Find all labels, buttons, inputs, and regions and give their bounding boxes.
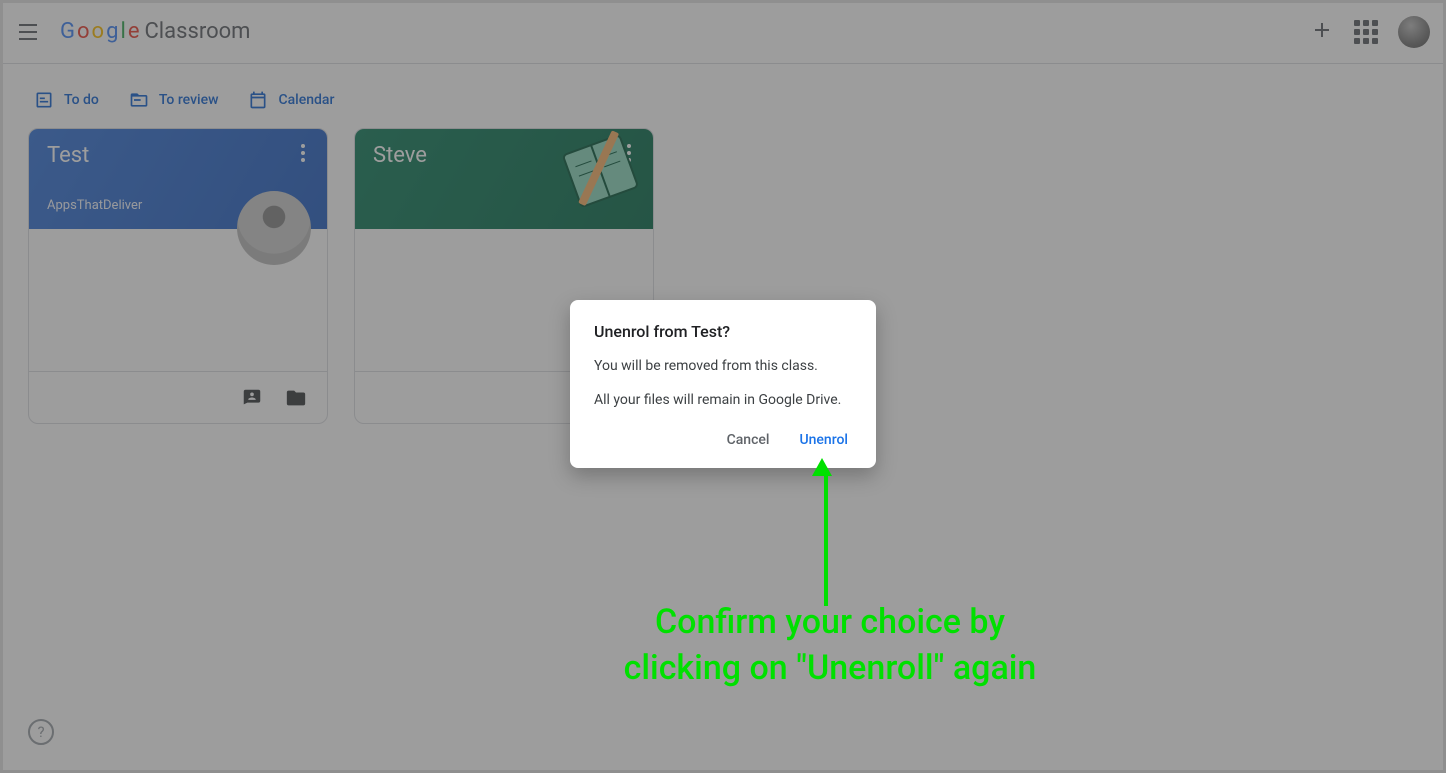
dialog-line-1: You will be removed from this class. (594, 357, 852, 377)
unenrol-button[interactable]: Unenrol (795, 426, 852, 454)
dialog-title: Unenrol from Test? (594, 322, 852, 341)
dialog-line-2: All your files will remain in Google Dri… (594, 391, 852, 411)
dialog-body: You will be removed from this class. All… (594, 357, 852, 410)
modal-scrim[interactable]: Unenrol from Test? You will be removed f… (0, 0, 1446, 773)
dialog-actions: Cancel Unenrol (594, 426, 852, 454)
cancel-button[interactable]: Cancel (723, 426, 774, 454)
unenrol-dialog: Unenrol from Test? You will be removed f… (570, 300, 876, 468)
